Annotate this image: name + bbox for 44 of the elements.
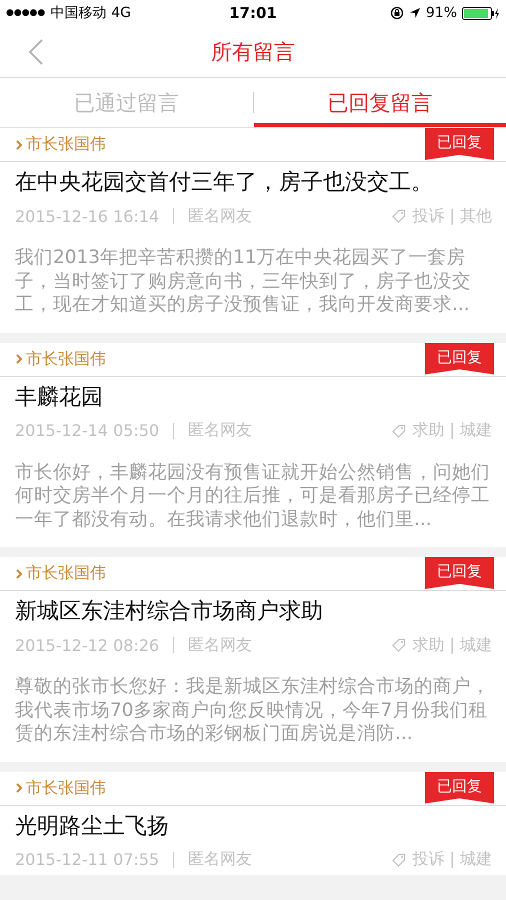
status-badge: 已回复 bbox=[425, 772, 494, 804]
page-title: 所有留言 bbox=[211, 38, 295, 66]
battery-charging-icon bbox=[462, 6, 500, 20]
message-date: 2015-12-12 08:26 bbox=[15, 636, 160, 654]
chevron-right-icon bbox=[15, 354, 23, 364]
message-category: 求助 | 城建 bbox=[412, 420, 492, 441]
message-date: 2015-12-14 05:50 bbox=[15, 421, 160, 440]
message-category: 求助 | 城建 bbox=[412, 634, 492, 656]
carrier-name: 中国移动 bbox=[50, 4, 106, 22]
tag-icon bbox=[392, 638, 406, 652]
message-excerpt: 尊敬的张市长您好：我是新城区东洼村综合市场的商户，我代表市场70多家商户向您反映情况，今年7月份我们租赁的东洼村综合市场的彩钢板门面房说是消防... bbox=[14, 675, 491, 746]
chevron-right-icon bbox=[15, 568, 23, 578]
rotation-lock-icon bbox=[390, 6, 404, 20]
message-date: 2015-12-11 07:55 bbox=[15, 850, 160, 869]
clock-time: 17:01 bbox=[229, 4, 277, 22]
message-title[interactable]: 在中央花园交首付三年了，房子也没交工。 bbox=[0, 162, 506, 198]
message-category: 投诉 | 城建 bbox=[412, 849, 492, 870]
status-badge: 已回复 bbox=[425, 342, 494, 374]
recipient-name: 市长张国伟 bbox=[26, 778, 106, 798]
recipient-name: 市长张国伟 bbox=[26, 563, 106, 584]
message-title[interactable]: 新城区东洼村综合市场商户求助 bbox=[0, 591, 506, 627]
message-category: 投诉 | 其他 bbox=[412, 206, 492, 226]
chevron-right-icon bbox=[15, 140, 23, 150]
recipient-name: 市长张国伟 bbox=[26, 348, 106, 370]
author-name: 匿名网友 bbox=[188, 206, 252, 226]
location-arrow-icon bbox=[408, 7, 421, 19]
signal-dots: ●●●●● bbox=[6, 8, 46, 18]
message-title[interactable]: 光明路尘土飞扬 bbox=[0, 806, 506, 842]
author-name: 匿名网友 bbox=[188, 634, 252, 656]
message-excerpt: 我们2013年把辛苦积攒的11万在中央花园买了一套房子，当时签订了购房意向书，三年快到了，房子也没交工，现在才知道买的房子没预售证，我向开发商要求... bbox=[14, 246, 472, 317]
author-name: 匿名网友 bbox=[188, 420, 252, 441]
status-badge: 已回复 bbox=[425, 557, 494, 589]
message-title[interactable]: 丰麟花园 bbox=[0, 376, 506, 412]
battery-percent: 91% bbox=[426, 5, 457, 21]
message-date: 2015-12-16 16:14 bbox=[15, 206, 160, 226]
tag-icon bbox=[392, 209, 406, 223]
author-name: 匿名网友 bbox=[188, 849, 252, 870]
status-badge: 已回复 bbox=[425, 128, 494, 160]
chevron-right-icon bbox=[15, 783, 23, 793]
message-excerpt: 市长你好，丰麟花园没有预售证就开始公然销售，问她们何时交房半个月一个月的往后推，可是看那房子已经停工一年了都没有动。在我请求他们退款时，他们里... bbox=[14, 460, 491, 532]
network-type: 4G bbox=[111, 5, 132, 21]
tag-icon bbox=[392, 424, 406, 438]
recipient-name: 市长张国伟 bbox=[26, 134, 106, 155]
tag-icon bbox=[392, 852, 406, 866]
